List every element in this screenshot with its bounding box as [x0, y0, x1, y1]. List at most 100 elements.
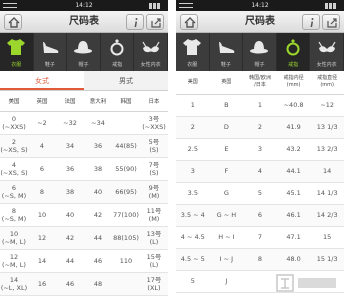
column-header: 法国 [56, 91, 84, 112]
column-header: 戒指直径 (mm) [310, 71, 344, 95]
table-cell: 2 [243, 116, 277, 139]
table-cell: H ~ I [209, 226, 244, 249]
table-header-row: 美国 英国 法国 意大利 韩国 日本 [0, 91, 168, 112]
table-row: 2 (~XS, S) 4 34 36 44(85) 5号 (S) [0, 134, 168, 158]
table-cell: 8 [28, 180, 56, 204]
table-cell: ~40.8 [276, 94, 311, 117]
table-cell: 4 (~XS, S) [0, 157, 28, 181]
info-icon [134, 18, 138, 28]
info-button[interactable] [126, 14, 144, 30]
status-bar: 14:12 [0, 0, 168, 11]
ring-size-table: 美国 英国 韩国/欧洲 /日本 戒指内径 (mm) 戒指直径 (mm) 1 B 1 ~… [176, 71, 344, 293]
table-cell: 3.5 ~ 4 [176, 204, 210, 227]
tab-male[interactable]: 男式 [84, 71, 168, 90]
category-bar: 衣服 鞋子 帽子 戒指 女性内衣 [0, 33, 168, 71]
table-cell: 15 [310, 226, 344, 249]
table-cell: 38 [56, 180, 84, 204]
category-rings[interactable]: 戒指 [276, 33, 311, 71]
share-button[interactable] [322, 14, 340, 30]
table-cell: 2.5 [176, 138, 210, 161]
table-row: 4 ~ 4.5 H ~ I 7 47.1 15 [176, 226, 344, 249]
table-cell: 2 (~XS, S) [0, 134, 28, 158]
table-cell: 3 [176, 160, 210, 183]
table-cell: 14 [310, 160, 344, 183]
table-row: 2.5 E 3 43.2 13 2/3 [176, 138, 344, 161]
table-cell: 14 2/3 [310, 204, 344, 227]
category-shoes[interactable]: 鞋子 [34, 33, 68, 71]
table-cell: G ~ H [209, 204, 244, 227]
table-cell: 5号 (S) [140, 134, 168, 158]
share-button[interactable] [146, 14, 164, 30]
table-cell: 36 [56, 157, 84, 181]
table-cell: 3.5 [176, 182, 210, 205]
table-row: 2 D 2 41.9 13 1/3 [176, 116, 344, 139]
share-icon [327, 18, 337, 28]
battery-signal-icon [325, 2, 341, 9]
table-cell: 6 (~S, M) [0, 180, 28, 204]
hat-icon [74, 41, 93, 54]
table-cell: 40 [84, 180, 112, 204]
table-cell: 46.1 [276, 204, 311, 227]
table-cell: 17号 (XL) [140, 272, 168, 296]
table-cell: 46 [56, 272, 84, 296]
gender-tabs: 女式 男式 [0, 71, 168, 91]
category-hats[interactable]: 帽子 [67, 33, 101, 71]
table-cell: 44.1 [276, 160, 311, 183]
watermark-logo [276, 274, 336, 292]
column-header: 韩国 [112, 91, 140, 112]
table-cell: 55(90) [112, 157, 140, 181]
category-clothes[interactable]: 衣服 [176, 33, 210, 71]
table-cell: 44 [84, 226, 112, 250]
table-cell: 44 [56, 249, 84, 273]
table-cell: 10 (~M, L) [0, 226, 28, 250]
ring-icon [286, 39, 300, 56]
table-cell: 11号 (M) [140, 203, 168, 227]
table-cell: 1 [243, 94, 277, 117]
column-header: 美国 [0, 91, 28, 112]
battery-signal-icon [149, 2, 165, 9]
table-row: 14 (~L, XL) 16 46 48 17号 (XL) [0, 272, 168, 296]
table-cell: 13号 (L) [140, 226, 168, 250]
table-row: 4.5 ~ 5I ~ J 8 48.0 15 1/3 [176, 248, 344, 271]
table-cell: 41.9 [276, 116, 311, 139]
table-cell: 14 1/3 [310, 182, 344, 205]
status-time: 14:12 [75, 2, 93, 9]
table-cell: 47.1 [276, 226, 311, 249]
status-time: 14:12 [251, 2, 269, 9]
table-row: 4 (~XS, S) 6 36 38 55(90) 7号 (S) [0, 157, 168, 181]
info-button[interactable] [302, 14, 320, 30]
table-cell: 7号 (S) [140, 157, 168, 181]
table-cell [112, 111, 140, 135]
table-cell: 77(100) [112, 203, 140, 227]
table-cell: 46 [84, 249, 112, 273]
column-header: 戒指内径 (mm) [276, 71, 311, 95]
category-lingerie[interactable]: 女性内衣 [134, 33, 168, 71]
table-cell: 4 [243, 160, 277, 183]
category-rings[interactable]: 戒指 [101, 33, 135, 71]
category-lingerie[interactable]: 女性内衣 [310, 33, 344, 71]
table-cell [243, 270, 277, 293]
ring-icon [110, 39, 124, 56]
table-cell: 44(85) [112, 134, 140, 158]
info-icon [310, 18, 314, 28]
table-cell: D [209, 116, 244, 139]
table-cell: 3 [243, 138, 277, 161]
table-cell: 110 [112, 249, 140, 273]
title-bar: 尺码表 [176, 11, 344, 33]
category-shoes[interactable]: 鞋子 [210, 33, 244, 71]
table-cell: 48 [84, 272, 112, 296]
table-row: 3 F 4 44.1 14 [176, 160, 344, 183]
tab-female[interactable]: 女式 [0, 71, 84, 90]
table-cell: 14 (~L, XL) [0, 272, 28, 296]
category-clothes[interactable]: 衣服 [0, 33, 34, 71]
table-cell: 10 [28, 203, 56, 227]
table-cell: 12 [28, 226, 56, 250]
column-header: 日本 [140, 91, 168, 112]
column-header: 意大利 [84, 91, 112, 112]
column-header: 英国 [209, 71, 244, 95]
table-cell: 0 (~XXS) [0, 111, 28, 135]
category-hats[interactable]: 帽子 [243, 33, 277, 71]
table-cell [112, 272, 140, 296]
table-cell: 34 [56, 134, 84, 158]
table-row: 0 (~XXS) ~2 ~32 ~34 3号 (~XXS) [0, 111, 168, 135]
